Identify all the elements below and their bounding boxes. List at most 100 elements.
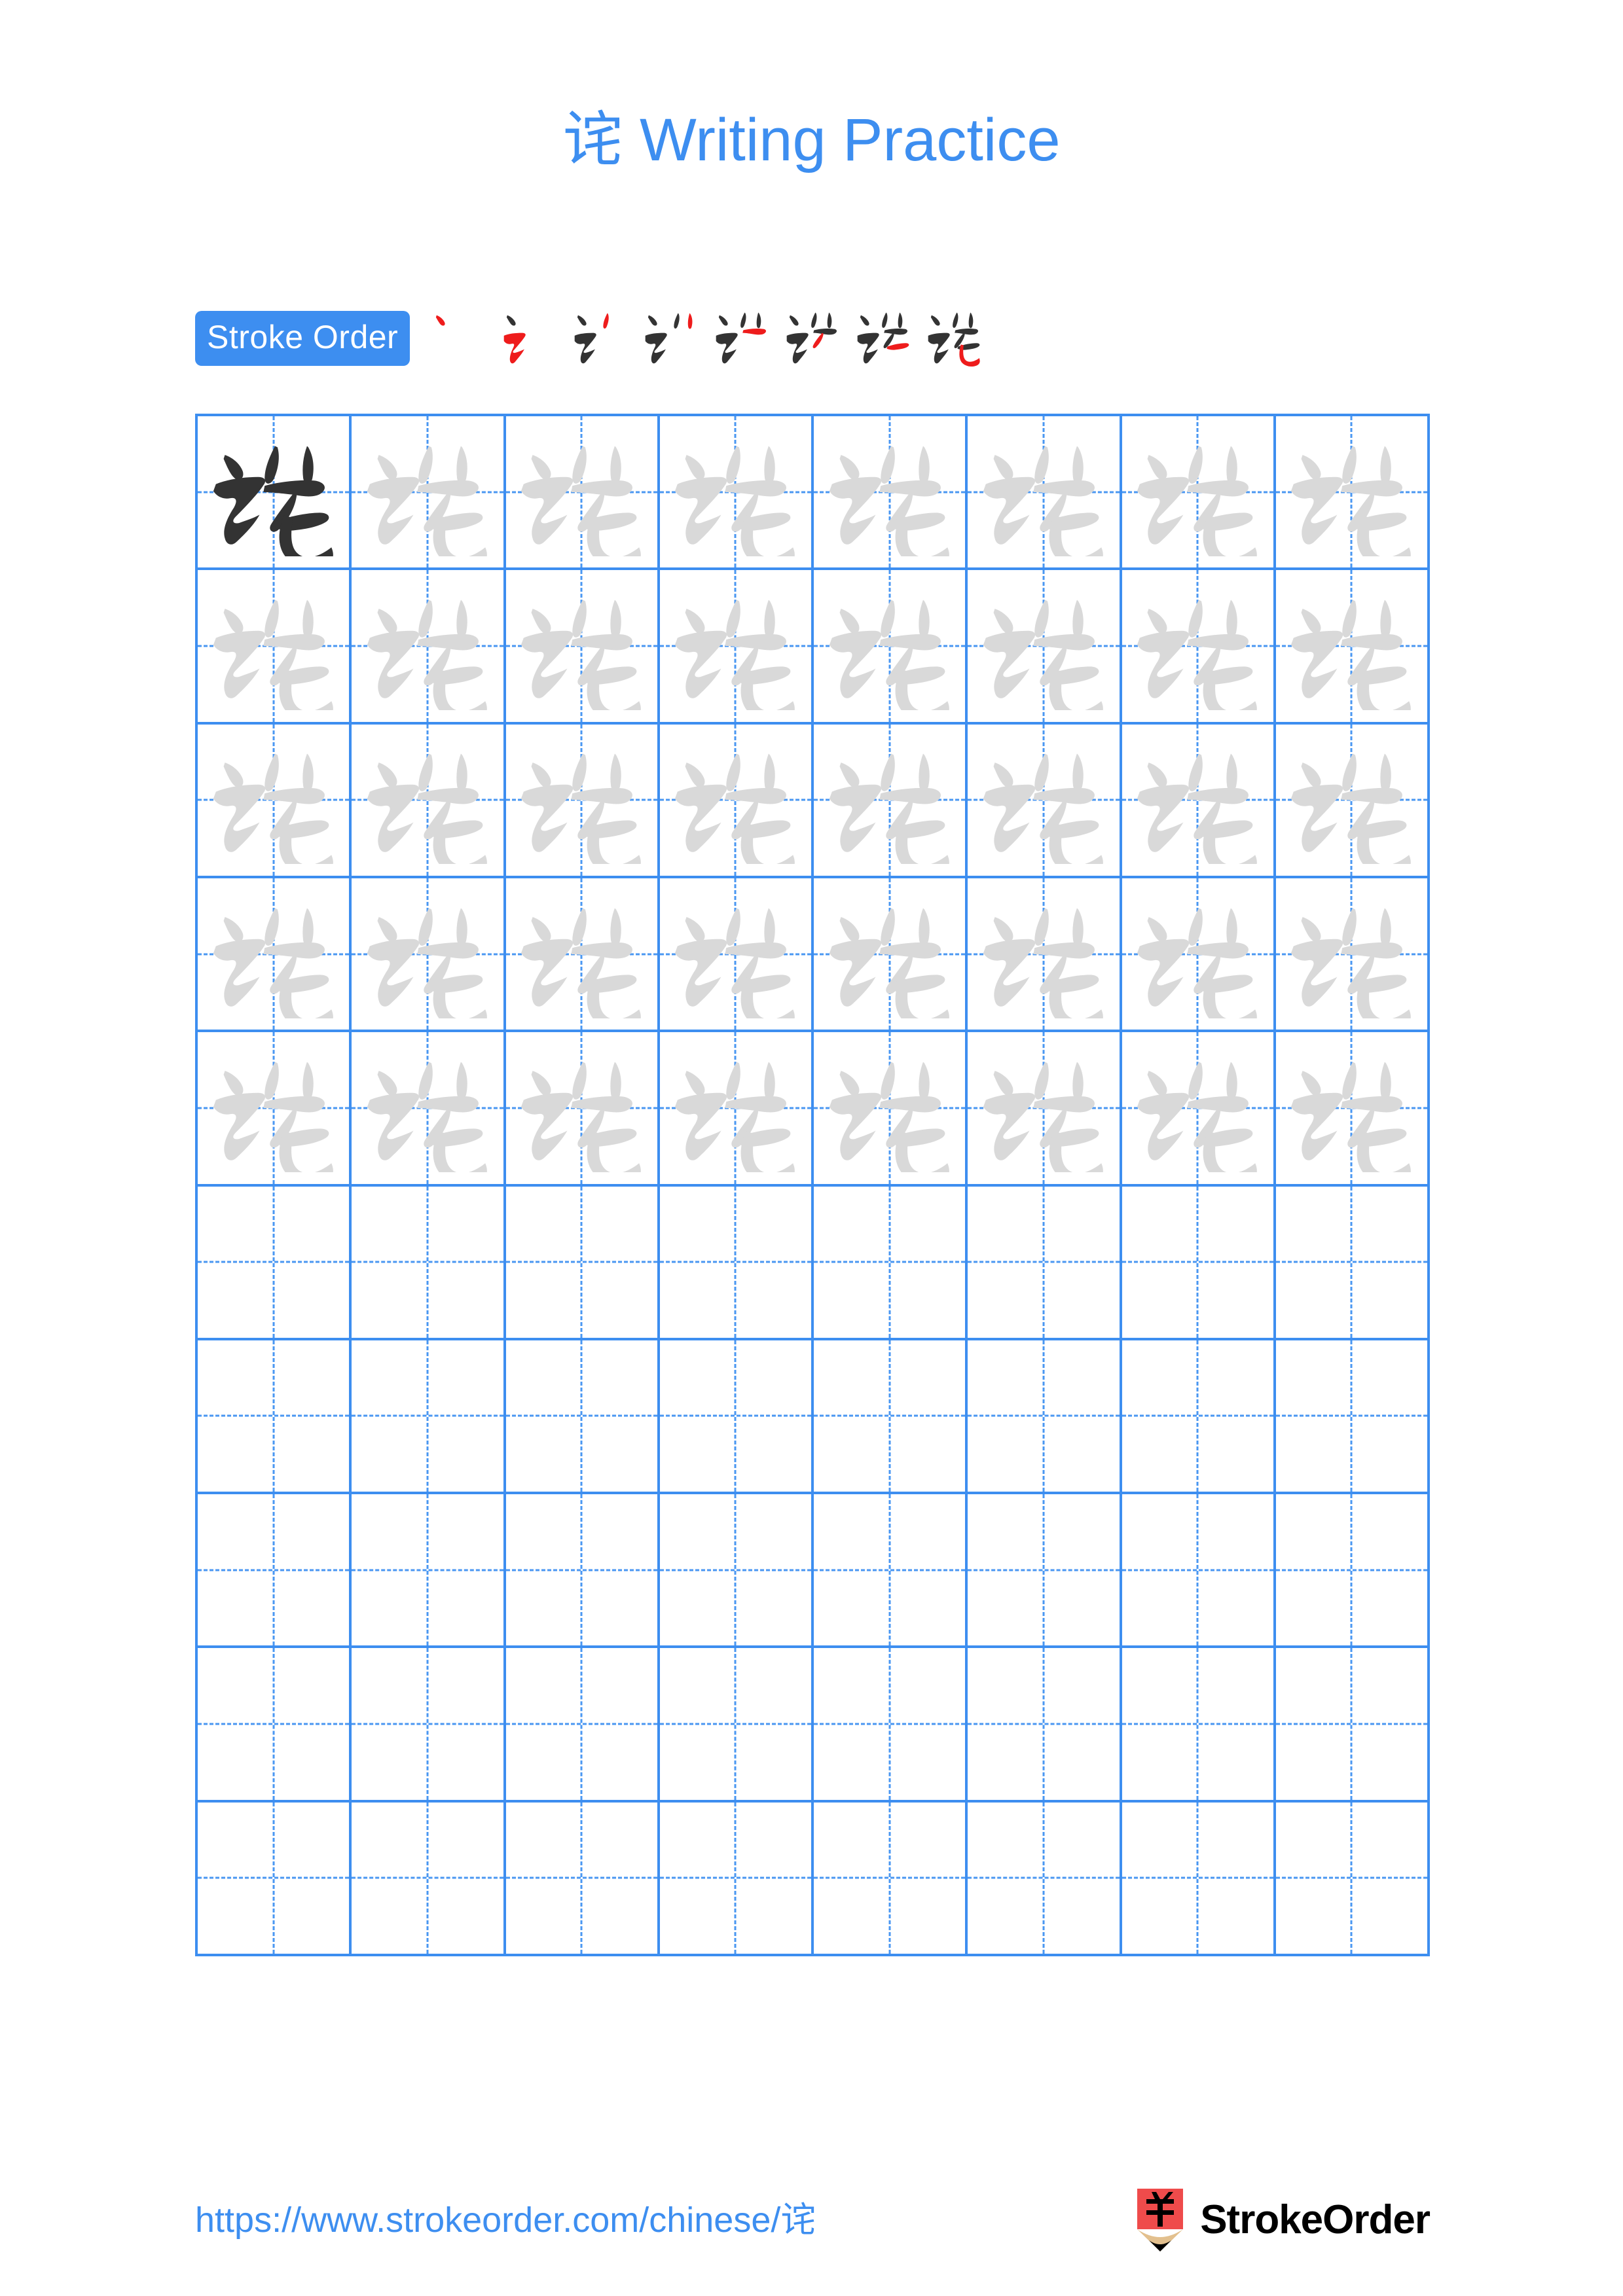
practice-cell-r3-c5[interactable] [814,724,968,878]
practice-cell-r2-c2[interactable] [352,570,506,725]
practice-cell-r7-c2[interactable] [352,1340,506,1495]
practice-cell-r4-c3[interactable] [505,878,660,1033]
practice-cell-r3-c8[interactable] [1275,724,1430,878]
practice-cell-r6-c1[interactable] [198,1186,352,1340]
practice-cell-r2-c4[interactable] [659,570,814,725]
practice-cell-r8-c3[interactable] [505,1494,660,1649]
practice-cell-r3-c1[interactable] [198,724,352,878]
practice-cell-r2-c6[interactable] [968,570,1122,725]
practice-cell-r8-c7[interactable] [1122,1494,1276,1649]
trace-character-glyph [1122,725,1273,876]
strokeorder-pencil-logo-icon [1136,2189,1184,2251]
practice-cell-r6-c2[interactable] [352,1186,506,1340]
practice-cell-r9-c8[interactable] [1275,1648,1430,1803]
practice-cell-r10-c8[interactable] [1275,1802,1430,1956]
practice-cell-r10-c7[interactable] [1122,1802,1276,1956]
practice-cell-r5-c7[interactable] [1122,1032,1276,1187]
practice-cell-r1-c5[interactable] [814,416,968,571]
practice-cell-r10-c6[interactable] [968,1802,1122,1956]
practice-cell-r5-c4[interactable] [659,1032,814,1187]
practice-cell-r8-c1[interactable] [198,1494,352,1649]
trace-character-glyph [968,570,1119,721]
practice-cell-r10-c1[interactable] [198,1802,352,1956]
trace-character-glyph [352,725,503,876]
stroke-step-6 [774,304,845,372]
stroke-step-7 [845,304,915,372]
practice-cell-r9-c5[interactable] [814,1648,968,1803]
practice-cell-r2-c3[interactable] [505,570,660,725]
practice-cell-r10-c4[interactable] [659,1802,814,1956]
brand-name-label: StrokeOrder [1200,2197,1431,2242]
practice-grid [195,414,1430,1956]
trace-character-glyph [1276,878,1427,1030]
trace-character-glyph [814,1032,965,1183]
practice-cell-r8-c6[interactable] [968,1494,1122,1649]
practice-cell-r9-c3[interactable] [505,1648,660,1803]
practice-cell-r7-c6[interactable] [968,1340,1122,1495]
practice-cell-r6-c7[interactable] [1122,1186,1276,1340]
practice-cell-r2-c5[interactable] [814,570,968,725]
practice-cell-r3-c3[interactable] [505,724,660,878]
trace-character-glyph [506,725,657,876]
practice-cell-r9-c1[interactable] [198,1648,352,1803]
practice-cell-r3-c2[interactable] [352,724,506,878]
practice-cell-r1-c6[interactable] [968,416,1122,571]
practice-cell-r4-c7[interactable] [1122,878,1276,1033]
practice-cell-r2-c8[interactable] [1275,570,1430,725]
practice-cell-r7-c8[interactable] [1275,1340,1430,1495]
practice-cell-r2-c7[interactable] [1122,570,1276,725]
practice-cell-r5-c2[interactable] [352,1032,506,1187]
practice-cell-r5-c8[interactable] [1275,1032,1430,1187]
practice-cell-r7-c1[interactable] [198,1340,352,1495]
practice-cell-r8-c5[interactable] [814,1494,968,1649]
practice-cell-r10-c5[interactable] [814,1802,968,1956]
practice-cell-r2-c1[interactable] [198,570,352,725]
practice-cell-r7-c7[interactable] [1122,1340,1276,1495]
practice-cell-r9-c6[interactable] [968,1648,1122,1803]
practice-cell-r6-c5[interactable] [814,1186,968,1340]
trace-character-glyph [352,570,503,721]
practice-cell-r5-c3[interactable] [505,1032,660,1187]
practice-cell-r6-c3[interactable] [505,1186,660,1340]
practice-cell-r9-c4[interactable] [659,1648,814,1803]
practice-cell-r5-c1[interactable] [198,1032,352,1187]
practice-cell-r1-c1[interactable] [198,416,352,571]
footer-url-link[interactable]: https://www.strokeorder.com/chinese/诧 [195,2202,816,2238]
practice-cell-r10-c2[interactable] [352,1802,506,1956]
practice-cell-r3-c6[interactable] [968,724,1122,878]
practice-cell-r6-c8[interactable] [1275,1186,1430,1340]
stroke-order-section: Stroke Order [195,302,1432,374]
practice-cell-r6-c6[interactable] [968,1186,1122,1340]
practice-cell-r4-c2[interactable] [352,878,506,1033]
practice-cell-r4-c1[interactable] [198,878,352,1033]
stroke-order-steps [420,304,986,372]
practice-cell-r1-c8[interactable] [1275,416,1430,571]
trace-character-glyph [1122,570,1273,721]
trace-character-glyph [968,1032,1119,1183]
trace-character-glyph [814,878,965,1030]
practice-cell-r8-c4[interactable] [659,1494,814,1649]
practice-cell-r4-c6[interactable] [968,878,1122,1033]
practice-cell-r3-c4[interactable] [659,724,814,878]
practice-cell-r1-c3[interactable] [505,416,660,571]
practice-cell-r1-c2[interactable] [352,416,506,571]
trace-character-glyph [1122,878,1273,1030]
practice-cell-r4-c5[interactable] [814,878,968,1033]
practice-cell-r7-c5[interactable] [814,1340,968,1495]
practice-cell-r1-c7[interactable] [1122,416,1276,571]
practice-cell-r5-c5[interactable] [814,1032,968,1187]
practice-cell-r7-c4[interactable] [659,1340,814,1495]
practice-cell-r4-c8[interactable] [1275,878,1430,1033]
practice-cell-r8-c8[interactable] [1275,1494,1430,1649]
trace-character-glyph [814,725,965,876]
practice-cell-r5-c6[interactable] [968,1032,1122,1187]
practice-cell-r8-c2[interactable] [352,1494,506,1649]
practice-cell-r10-c3[interactable] [505,1802,660,1956]
practice-cell-r9-c7[interactable] [1122,1648,1276,1803]
practice-cell-r3-c7[interactable] [1122,724,1276,878]
practice-cell-r6-c4[interactable] [659,1186,814,1340]
practice-cell-r4-c4[interactable] [659,878,814,1033]
practice-cell-r1-c4[interactable] [659,416,814,571]
practice-cell-r7-c3[interactable] [505,1340,660,1495]
practice-cell-r9-c2[interactable] [352,1648,506,1803]
